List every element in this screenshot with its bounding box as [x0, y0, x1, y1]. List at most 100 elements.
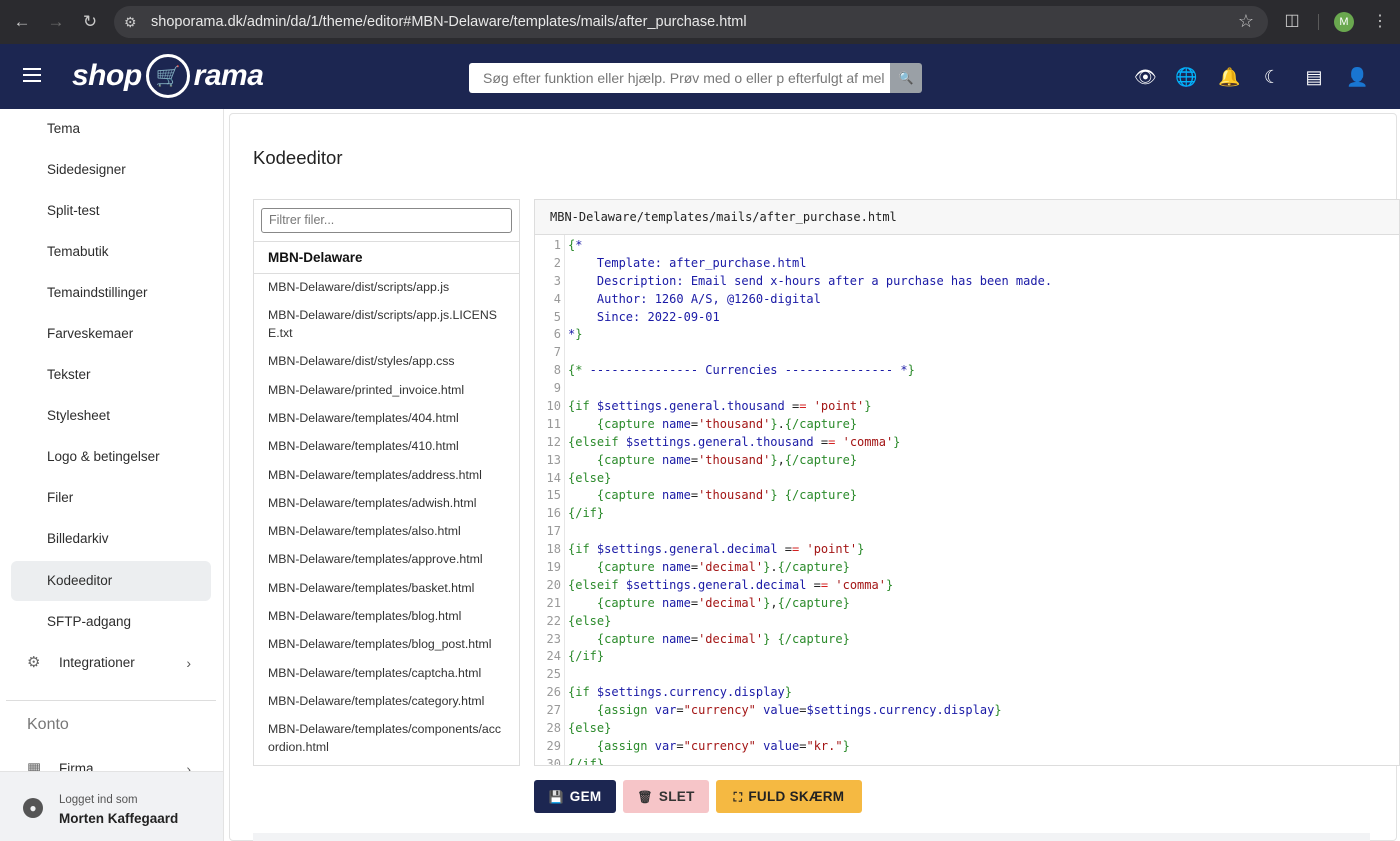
- line-number: 16: [546, 506, 561, 521]
- code-line[interactable]: 10 {if $settings.general.thousand == 'poi…: [535, 398, 1399, 416]
- line-number: 10: [546, 399, 561, 414]
- file-list-item[interactable]: MBN-Delaware/templates/blog_post.html: [254, 633, 519, 657]
- code-line[interactable]: 9: [535, 380, 1399, 398]
- hamburger-menu-icon[interactable]: [23, 68, 41, 82]
- browser-menu-icon[interactable]: ⋮: [1372, 11, 1388, 33]
- code-line[interactable]: 1 {*: [535, 237, 1399, 255]
- file-list-item[interactable]: MBN-Delaware/templates/blog.html: [254, 605, 519, 629]
- bell-icon[interactable]: 🔔: [1218, 66, 1240, 88]
- delete-button[interactable]: 🗑 SLET: [623, 780, 709, 813]
- url-text[interactable]: shoporama.dk/admin/da/1/theme/editor#MBN…: [151, 6, 747, 38]
- code-editor[interactable]: MBN-Delaware/templates/mails/after_purch…: [534, 199, 1400, 766]
- search-button[interactable]: 🔍: [890, 63, 922, 93]
- code-text: {capture name='thousand'},{/capture}: [596, 452, 858, 467]
- profile-avatar[interactable]: M: [1334, 12, 1354, 32]
- page-title: Kodeeditor: [253, 147, 343, 168]
- code-text: Description: Email send x-hours after a …: [568, 273, 1053, 288]
- file-list-item[interactable]: MBN-Delaware/templates/404.html: [254, 407, 519, 431]
- sidebar-item-integrationer[interactable]: ⚙ Integrationer ›: [11, 643, 211, 683]
- file-list-item[interactable]: MBN-Delaware/dist/scripts/app.js.LICENSE…: [254, 304, 519, 346]
- code-line[interactable]: 14 {else}: [535, 470, 1399, 488]
- sidebar-item-billedarkiv[interactable]: Billedarkiv: [11, 519, 211, 559]
- extensions-icon[interactable]: ◫: [1282, 11, 1302, 31]
- fullscreen-label: FULD SKÆRM: [748, 789, 845, 804]
- code-line[interactable]: 17: [535, 523, 1399, 541]
- file-list-item[interactable]: MBN-Delaware/dist/scripts/app.js: [254, 276, 519, 300]
- code-line[interactable]: 16 {/if}: [535, 505, 1399, 523]
- file-list-item[interactable]: MBN-Delaware/dist/styles/app.css: [254, 350, 519, 374]
- folder-heading[interactable]: MBN-Delaware: [254, 241, 519, 274]
- file-list-item[interactable]: MBN-Delaware/templates/captcha.html: [254, 662, 519, 686]
- sidebar-item-temaindstillinger[interactable]: Temaindstillinger: [11, 273, 211, 313]
- code-line[interactable]: 25: [535, 666, 1399, 684]
- code-line[interactable]: 3 Description: Email send x-hours after …: [535, 273, 1399, 291]
- code-line[interactable]: 23 {capture name='decimal'} {/capture}: [535, 631, 1399, 649]
- sidebar-item-stylesheet[interactable]: Stylesheet: [11, 396, 211, 436]
- code-line[interactable]: 8 {* --------------- Currencies ---------…: [535, 362, 1399, 380]
- code-line[interactable]: 29 {assign var="currency" value="kr."}: [535, 738, 1399, 756]
- code-line[interactable]: 28 {else}: [535, 720, 1399, 738]
- file-list-item[interactable]: MBN-Delaware/printed_invoice.html: [254, 379, 519, 403]
- code-line[interactable]: 24 {/if}: [535, 648, 1399, 666]
- fullscreen-button[interactable]: ⛶ FULD SKÆRM: [716, 780, 862, 813]
- reload-icon[interactable]: ↻: [80, 12, 100, 32]
- file-filter-input[interactable]: Filtrer filer...: [261, 208, 512, 233]
- moon-icon[interactable]: ☾: [1261, 66, 1283, 88]
- code-line[interactable]: 22 {else}: [535, 613, 1399, 631]
- file-list-item[interactable]: MBN-Delaware/templates/also.html: [254, 520, 519, 544]
- file-list-item[interactable]: MBN-Delaware/templates/approve.html: [254, 548, 519, 572]
- forward-icon[interactable]: →: [46, 12, 66, 32]
- code-line[interactable]: 5 Since: 2022-09-01: [535, 309, 1399, 327]
- sidebar-item-sftp[interactable]: SFTP-adgang: [11, 602, 211, 642]
- file-list-item[interactable]: MBN-Delaware/templates/address.html: [254, 464, 519, 488]
- back-icon[interactable]: ←: [12, 12, 32, 32]
- user-icon[interactable]: 👤: [1346, 66, 1368, 88]
- sidebar-item-tekster[interactable]: Tekster: [11, 355, 211, 395]
- file-list-item[interactable]: MBN-Delaware/templates/basket.html: [254, 577, 519, 601]
- card-icon[interactable]: ▤: [1303, 66, 1325, 88]
- site-settings-icon[interactable]: ⚙: [124, 13, 142, 31]
- code-line[interactable]: 13 {capture name='thousand'},{/capture}: [535, 452, 1399, 470]
- code-line[interactable]: 19 {capture name='decimal'}.{/capture}: [535, 559, 1399, 577]
- file-list-item[interactable]: MBN-Delaware/templates/410.html: [254, 435, 519, 459]
- code-line[interactable]: 15 {capture name='thousand'} {/capture}: [535, 487, 1399, 505]
- code-line[interactable]: 26 {if $settings.currency.display}: [535, 684, 1399, 702]
- code-line[interactable]: 21 {capture name='decimal'},{/capture}: [535, 595, 1399, 613]
- file-list-item[interactable]: MBN-Delaware/templates/adwish.html: [254, 492, 519, 516]
- line-number: 3: [553, 273, 561, 288]
- sidebar-item-kodeeditor[interactable]: Kodeeditor: [11, 561, 211, 601]
- sidebar-item-sidedesigner[interactable]: Sidedesigner: [11, 150, 211, 190]
- code-line[interactable]: 12 {elseif $settings.general.thousand == …: [535, 434, 1399, 452]
- sidebar-divider: [6, 700, 216, 701]
- sidebar-item-farveskemaer[interactable]: Farveskemaer: [11, 314, 211, 354]
- code-line[interactable]: 6 *}: [535, 326, 1399, 344]
- sidebar-item-temabutik[interactable]: Temabutik: [11, 232, 211, 272]
- code-area[interactable]: 1 {* 2 Template: after_purchase.html 3 Desc…: [535, 237, 1399, 765]
- sidebar-item-filer[interactable]: Filer: [11, 478, 211, 518]
- code-line[interactable]: 30 {/if}: [535, 756, 1399, 765]
- code-line[interactable]: 4 Author: 1260 A/S, @1260-digital: [535, 291, 1399, 309]
- logged-in-user[interactable]: ● Logget ind som Morten Kaffegaard: [0, 771, 223, 841]
- code-line[interactable]: 18 {if $settings.general.decimal == 'poin…: [535, 541, 1399, 559]
- eye-icon[interactable]: 👁: [1134, 66, 1157, 88]
- code-line[interactable]: 2 Template: after_purchase.html: [535, 255, 1399, 273]
- user-name: Morten Kaffegaard: [59, 811, 179, 826]
- shoporama-logo[interactable]: shop 🛒 rama: [72, 54, 264, 98]
- code-line[interactable]: 11 {capture name='thousand'}.{/capture}: [535, 416, 1399, 434]
- save-button[interactable]: 💾 GEM: [534, 780, 616, 813]
- file-list-item[interactable]: MBN-Delaware/templates/components/accord…: [254, 718, 519, 760]
- address-bar[interactable]: ⚙ shoporama.dk/admin/da/1/theme/editor#M…: [114, 6, 1268, 38]
- editor-file-path: MBN-Delaware/templates/mails/after_purch…: [535, 200, 1399, 235]
- file-list-item[interactable]: MBN-Delaware/templates/category.html: [254, 690, 519, 714]
- globe-icon[interactable]: 🌐: [1175, 66, 1197, 88]
- trash-icon: 🗑: [637, 790, 653, 804]
- bookmark-star-icon[interactable]: ☆: [1238, 11, 1254, 32]
- code-line[interactable]: 27 {assign var="currency" value=$setting…: [535, 702, 1399, 720]
- code-line[interactable]: 20 {elseif $settings.general.decimal == '…: [535, 577, 1399, 595]
- code-line[interactable]: 7: [535, 344, 1399, 362]
- search-input[interactable]: Søg efter funktion eller hjælp. Prøv med…: [469, 63, 890, 93]
- sidebar-item-logo[interactable]: Logo & betingelser: [11, 437, 211, 477]
- file-list-item[interactable]: MBN-Delaware/templates/components/add-to…: [254, 764, 519, 765]
- sidebar-item-split-test[interactable]: Split-test: [11, 191, 211, 231]
- sidebar-item-tema[interactable]: Tema: [11, 109, 211, 149]
